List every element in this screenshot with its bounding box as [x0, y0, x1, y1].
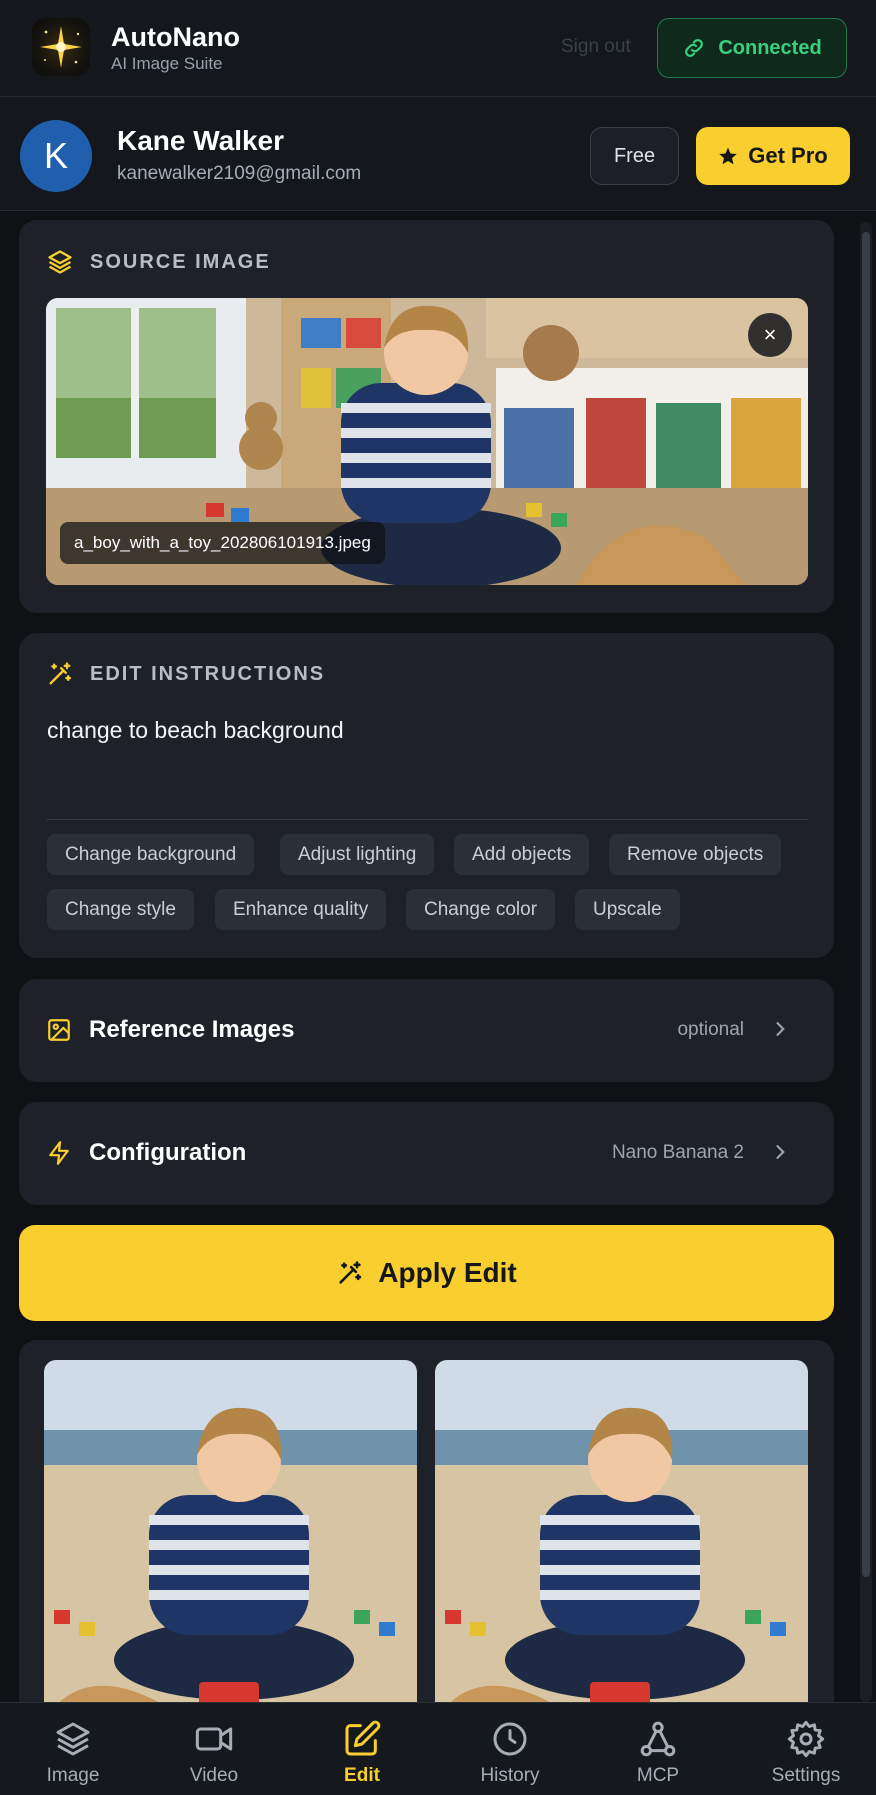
magic-wand-icon	[339, 1261, 362, 1284]
nav-mcp-label: MCP	[636, 1765, 680, 1786]
get-pro-button[interactable]: Get Pro	[696, 127, 850, 185]
gear-icon	[787, 1720, 825, 1758]
divider	[46, 819, 808, 820]
nav-edit-label: Edit	[344, 1765, 380, 1786]
user-name: Kane Walker	[117, 125, 285, 156]
edit-instructions-title: EDIT INSTRUCTIONS	[90, 662, 326, 685]
result-image-1[interactable]	[44, 1360, 417, 1720]
app-name: AutoNano	[111, 22, 240, 52]
result-photo	[435, 1360, 808, 1720]
layers-icon	[56, 1722, 90, 1756]
apply-edit-label: Apply Edit	[378, 1257, 517, 1288]
chip-add-objects[interactable]: Add objects	[454, 834, 590, 875]
chip-adjust-lighting[interactable]: Adjust lighting	[280, 834, 435, 875]
sparkle-icon	[40, 26, 82, 68]
configuration-row[interactable]: Configuration Nano Banana 2	[19, 1102, 834, 1205]
lightning-icon	[49, 1141, 69, 1165]
chip-change-style[interactable]: Change style	[47, 889, 194, 930]
top-bar: AutoNano AI Image Suite Sign out Connect…	[0, 0, 876, 97]
results-card	[19, 1340, 834, 1720]
chip-change-color[interactable]: Change color	[406, 889, 556, 930]
chevron-right-icon	[776, 1145, 785, 1159]
chip-change-background[interactable]: Change background	[47, 834, 255, 875]
network-icon	[640, 1721, 676, 1757]
layers-icon	[48, 250, 72, 274]
chip-remove-objects[interactable]: Remove objects	[609, 834, 782, 875]
edit-instructions-card: EDIT INSTRUCTIONS change to beach backgr…	[19, 633, 834, 958]
sign-out-link[interactable]: Sign out	[561, 36, 631, 58]
user-bar: K Kane Walker kanewalker2109@gmail.com F…	[0, 97, 876, 211]
image-icon	[48, 1019, 70, 1041]
reference-images-row[interactable]: Reference Images optional	[19, 979, 834, 1082]
configuration-model: Nano Banana 2	[611, 1142, 744, 1163]
source-filename: a_boy_with_a_toy_202806101913.jpeg	[60, 522, 385, 564]
apply-edit-button[interactable]: Apply Edit	[19, 1225, 834, 1321]
clock-icon	[493, 1722, 527, 1756]
edit-icon	[345, 1720, 381, 1756]
connected-button[interactable]: Connected	[657, 18, 847, 78]
result-image-2[interactable]	[435, 1360, 808, 1720]
nav-settings[interactable]: Settings	[733, 1703, 876, 1795]
chip-upscale[interactable]: Upscale	[575, 889, 680, 930]
nav-history-label: History	[480, 1765, 540, 1786]
chip-enhance-quality[interactable]: Enhance quality	[215, 889, 387, 930]
plan-badge-button[interactable]: Free	[590, 127, 679, 185]
reference-images-title: Reference Images	[89, 1016, 295, 1043]
user-email: kanewalker2109@gmail.com	[117, 163, 362, 184]
nav-history[interactable]: History	[437, 1703, 583, 1795]
get-pro-label: Get Pro	[748, 143, 828, 168]
connected-label: Connected	[718, 36, 822, 59]
nav-image-label: Image	[46, 1765, 100, 1786]
nav-settings-label: Settings	[771, 1765, 841, 1786]
scrollbar-thumb[interactable]	[862, 232, 870, 1577]
nav-image[interactable]: Image	[0, 1703, 146, 1795]
source-image-title: SOURCE IMAGE	[90, 250, 271, 273]
bottom-navigation: Image Video Edit History MCP Settings	[0, 1702, 876, 1795]
magic-wand-icon	[49, 662, 72, 685]
avatar[interactable]: K	[20, 120, 92, 192]
chevron-right-icon	[776, 1022, 785, 1036]
app-logo	[32, 18, 90, 76]
nav-mcp[interactable]: MCP	[585, 1703, 731, 1795]
configuration-title: Configuration	[89, 1139, 247, 1166]
source-image-heading: SOURCE IMAGE	[46, 248, 271, 276]
source-image-card: SOURCE IMAGE × a_boy_with_a_toy_20280610…	[19, 220, 834, 613]
app-subtitle: AI Image Suite	[111, 54, 223, 73]
link-icon	[685, 39, 704, 57]
reference-images-meta: optional	[677, 1019, 744, 1040]
remove-image-button[interactable]: ×	[748, 313, 792, 357]
video-icon	[195, 1727, 233, 1751]
edit-instruction-input[interactable]: change to beach background	[47, 717, 344, 744]
star-icon	[719, 147, 738, 165]
nav-edit[interactable]: Edit	[289, 1703, 435, 1795]
nav-video[interactable]: Video	[141, 1703, 287, 1795]
nav-video-label: Video	[189, 1765, 239, 1786]
edit-instructions-heading: EDIT INSTRUCTIONS	[46, 660, 325, 688]
result-photo	[44, 1360, 417, 1720]
